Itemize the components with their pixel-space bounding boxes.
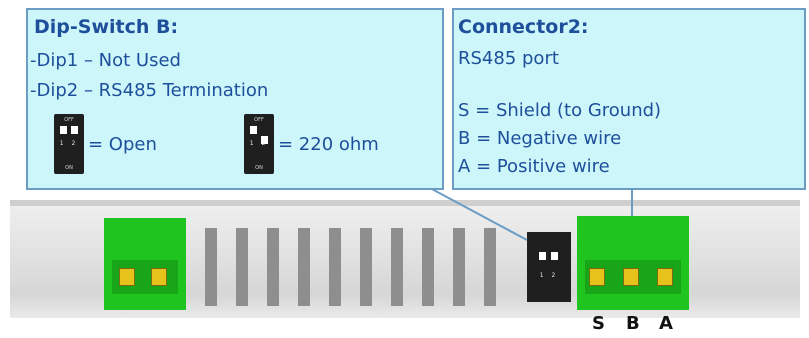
connector-pin-b: B = Negative wire: [458, 128, 622, 149]
dip-icon-on-text: ON: [255, 165, 263, 171]
dipswitch-title: Dip-Switch B:: [34, 16, 179, 38]
dipswitch-pointer-line: [429, 187, 528, 241]
dip-220ohm-icon: OFF 1 2 ON: [244, 114, 274, 174]
dipswitch-line-1: -Dip1 – Not Used: [30, 50, 181, 71]
dip-lever: [250, 126, 257, 134]
connector-pin-s: S = Shield (to Ground): [458, 100, 662, 121]
dip-open-icon: OFF 1 2 ON: [54, 114, 84, 174]
dip-icon-numbers: 1 2: [249, 140, 269, 147]
connector-callout: Connector2: RS485 port S = Shield (to Gr…: [452, 8, 806, 190]
connector-title: Connector2:: [458, 16, 589, 38]
dip-220ohm-label: = 220 ohm: [278, 134, 379, 155]
dip-icon-off-text: OFF: [64, 117, 74, 123]
dip-icon-off-text: OFF: [254, 117, 264, 123]
dipswitch-line-2: -Dip2 – RS485 Termination: [30, 80, 269, 101]
dip-open-label: = Open: [88, 134, 157, 155]
dip-icon-on-text: ON: [65, 165, 73, 171]
connector-pin-a: A = Positive wire: [458, 156, 610, 177]
dip-icon-numbers: 1 2: [59, 140, 79, 147]
dip-lever: [60, 126, 67, 134]
dip-lever: [71, 126, 78, 134]
dipswitch-callout: Dip-Switch B: -Dip1 – Not Used -Dip2 – R…: [26, 8, 444, 190]
connector-subtitle: RS485 port: [458, 48, 559, 69]
